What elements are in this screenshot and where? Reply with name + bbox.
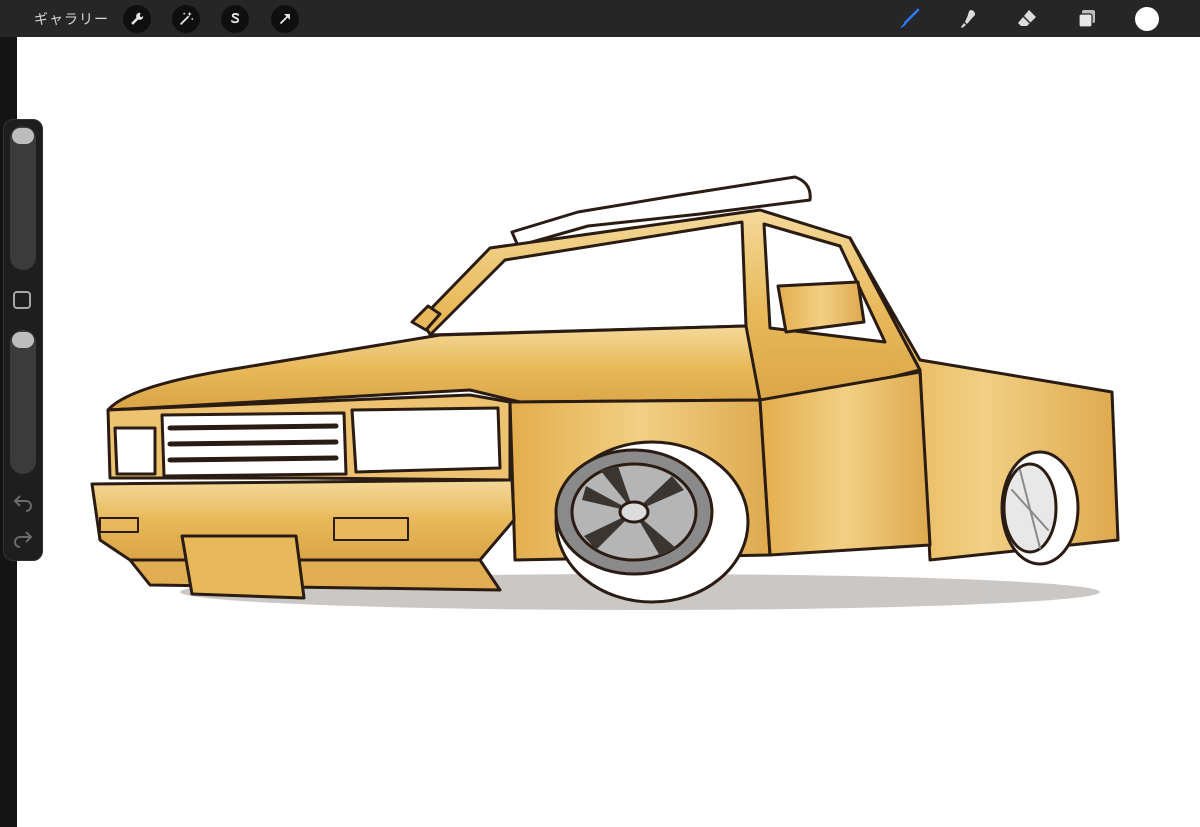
magic-wand-icon	[179, 11, 194, 26]
opacity-slider[interactable]	[10, 330, 36, 474]
left-sidebar	[3, 119, 43, 561]
drawing-canvas[interactable]	[17, 37, 1200, 827]
truck-illustration	[90, 175, 1120, 610]
redo-icon[interactable]	[12, 528, 34, 548]
smudge-tool[interactable]	[954, 5, 982, 33]
layers-icon	[1078, 10, 1095, 28]
undo-icon[interactable]	[12, 492, 34, 512]
smudge-icon	[961, 10, 975, 28]
eraser-icon	[1018, 10, 1036, 26]
brush-size-thumb[interactable]	[12, 128, 34, 144]
selection-s-icon	[230, 13, 240, 24]
actions-button[interactable]	[123, 5, 151, 33]
modify-button[interactable]	[13, 291, 31, 309]
transform-button[interactable]	[271, 5, 299, 33]
adjustments-button[interactable]	[172, 5, 200, 33]
wrench-icon	[131, 12, 144, 25]
layers-button[interactable]	[1073, 5, 1101, 33]
eraser-tool[interactable]	[1013, 5, 1041, 33]
brush-icon	[900, 8, 920, 28]
brush-tool[interactable]	[895, 5, 923, 33]
opacity-thumb[interactable]	[12, 332, 34, 348]
selection-button[interactable]	[221, 5, 249, 33]
color-picker-button[interactable]	[1135, 7, 1159, 31]
transform-arrow-icon	[279, 14, 290, 25]
gallery-button[interactable]: ギャラリー	[34, 9, 109, 29]
top-toolbar: ギャラリー	[0, 0, 1200, 37]
brush-size-slider[interactable]	[10, 126, 36, 270]
